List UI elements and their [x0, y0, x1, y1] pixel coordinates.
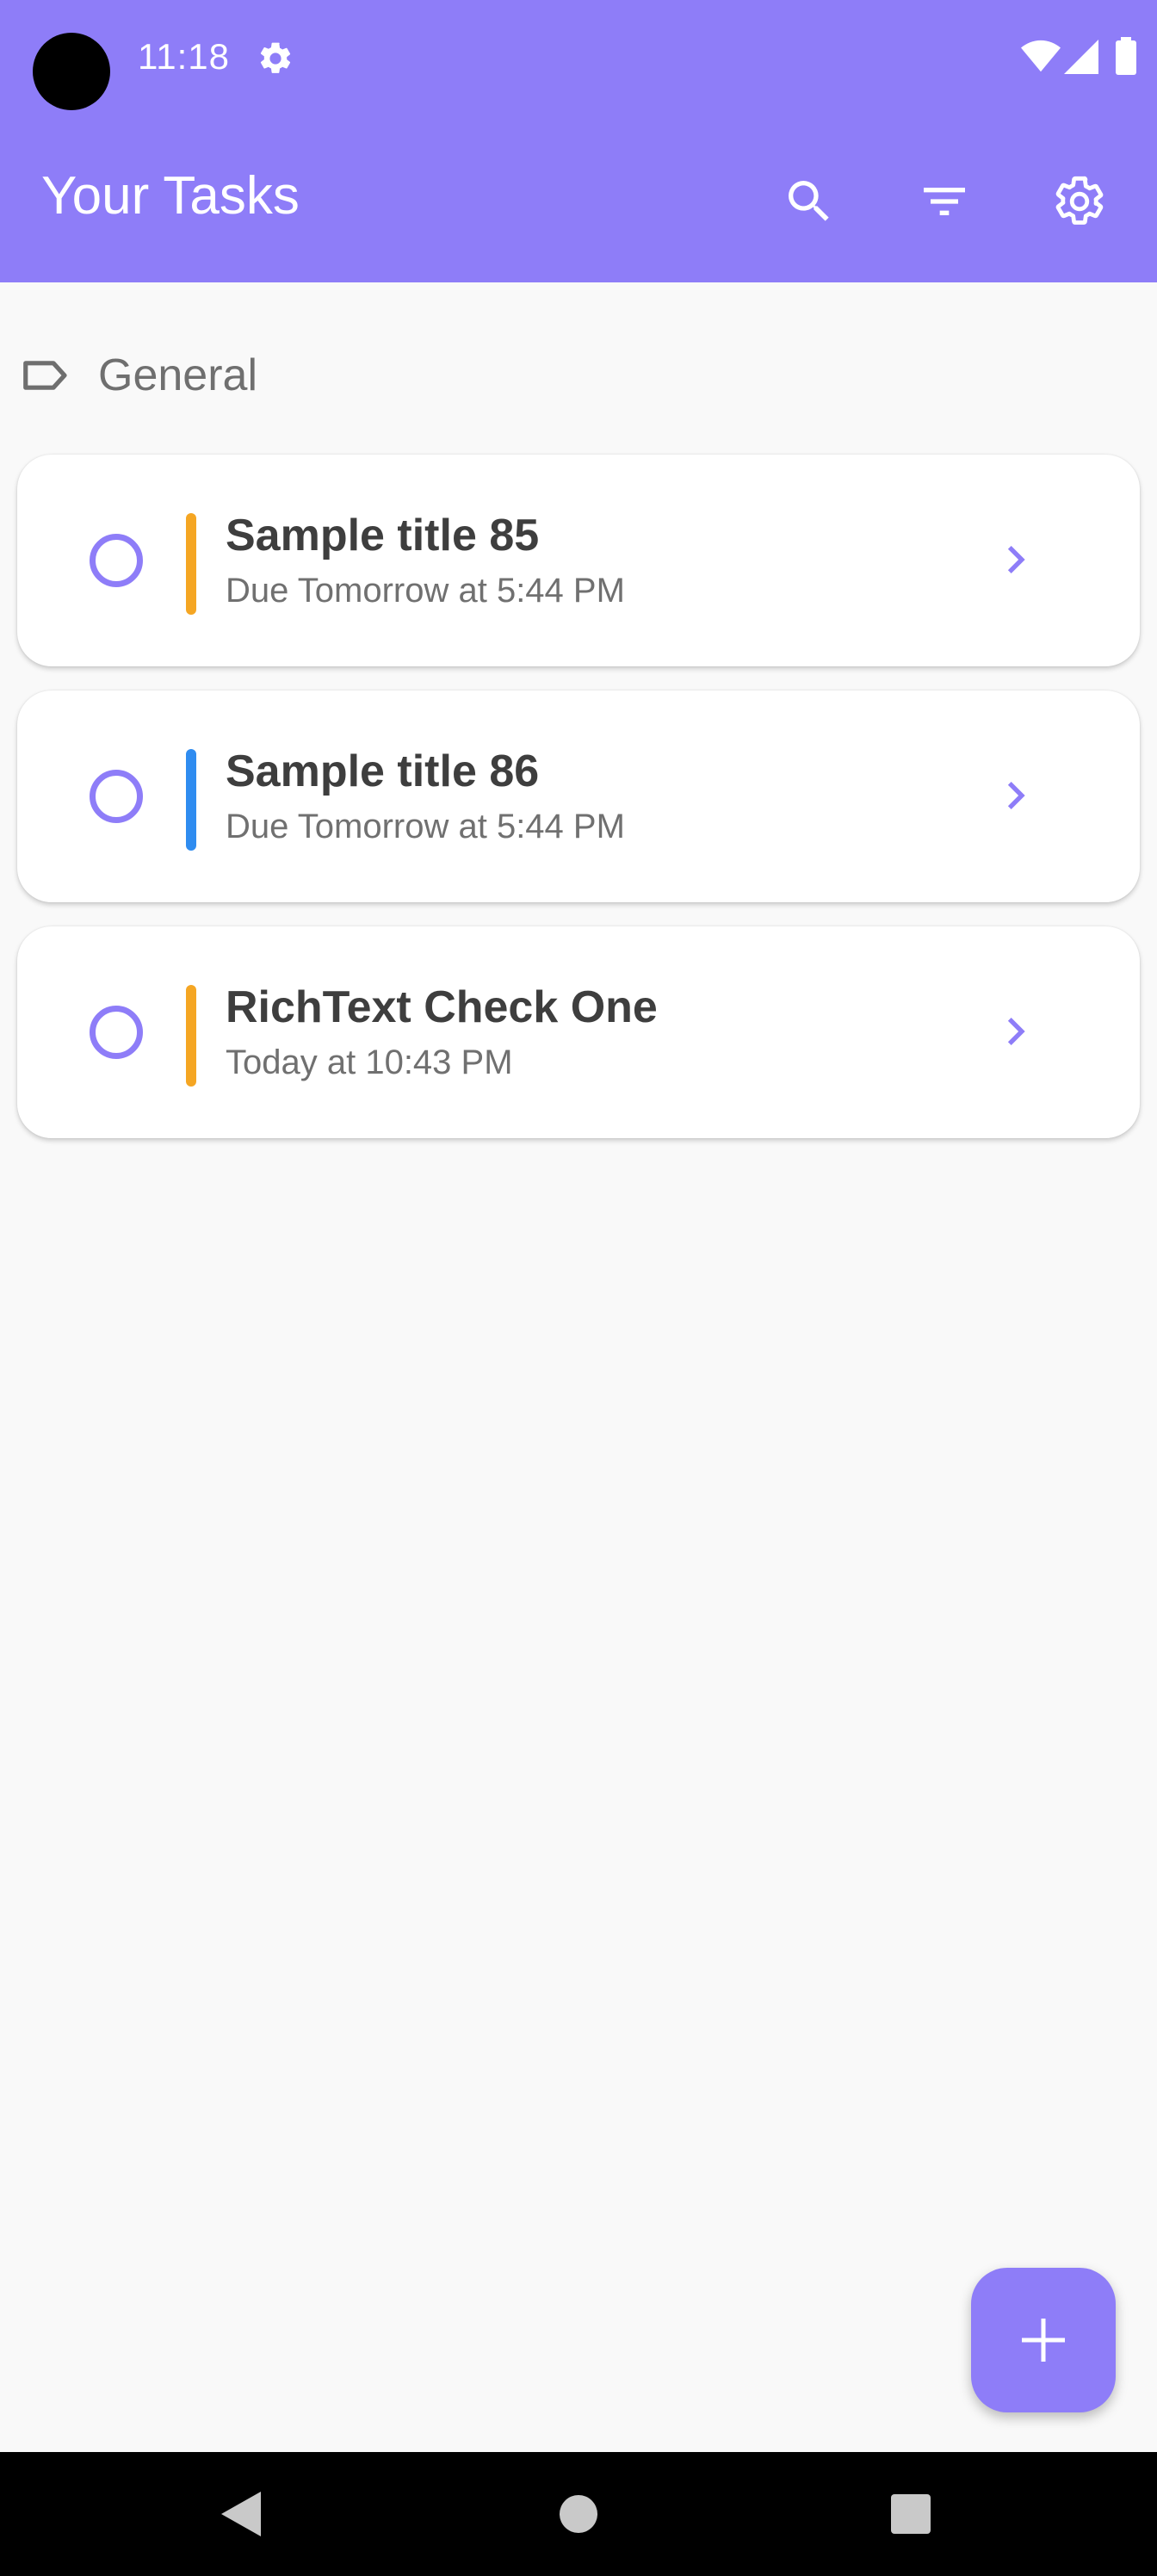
back-icon	[221, 2492, 261, 2536]
search-icon	[789, 181, 829, 221]
settings-button[interactable]	[1031, 153, 1128, 250]
task-title: RichText Check One	[226, 982, 658, 1032]
settings-icon	[1055, 176, 1104, 225]
battery-icon	[1116, 37, 1136, 75]
add-icon	[1022, 2319, 1065, 2362]
task-complete-checkbox[interactable]	[90, 534, 143, 587]
task-title: Sample title 86	[226, 746, 540, 796]
chevron-right-icon[interactable]	[988, 768, 1043, 823]
search-button[interactable]	[761, 153, 857, 250]
priority-indicator	[186, 749, 196, 851]
status-bar: 11:18	[0, 0, 1157, 121]
filter-button[interactable]	[896, 153, 993, 250]
task-due-date: Due Tomorrow at 5:44 PM	[226, 808, 625, 845]
back-button[interactable]	[207, 2480, 275, 2548]
chevron-right-icon[interactable]	[988, 1004, 1043, 1059]
task-due-date: Today at 10:43 PM	[226, 1043, 513, 1081]
label-tag-icon	[23, 361, 67, 390]
task-card[interactable]: RichText Check One Today at 10:43 PM	[17, 926, 1140, 1138]
task-due-date: Due Tomorrow at 5:44 PM	[226, 572, 625, 610]
wifi-icon	[1021, 40, 1061, 72]
recents-icon	[891, 2494, 931, 2534]
chevron-right-icon[interactable]	[988, 532, 1043, 587]
home-button[interactable]	[544, 2480, 613, 2548]
recents-button[interactable]	[876, 2480, 945, 2548]
settings-icon	[260, 42, 291, 73]
camera-cutout	[33, 33, 110, 110]
filter-icon	[924, 188, 965, 215]
home-icon	[560, 2495, 597, 2533]
task-title: Sample title 85	[226, 511, 540, 560]
task-complete-checkbox[interactable]	[90, 770, 143, 823]
app-bar: Your Tasks	[0, 121, 1157, 282]
section-label: General	[98, 350, 257, 400]
cellular-signal-icon	[1064, 40, 1098, 74]
status-time: 11:18	[138, 36, 230, 77]
system-nav-bar	[0, 2452, 1157, 2576]
add-task-button[interactable]	[971, 2268, 1116, 2412]
priority-indicator	[186, 513, 196, 615]
task-complete-checkbox[interactable]	[90, 1006, 143, 1059]
page-title: Your Tasks	[41, 166, 300, 226]
task-card[interactable]: Sample title 85 Due Tomorrow at 5:44 PM	[17, 455, 1140, 666]
section-header: General	[19, 341, 257, 410]
priority-indicator	[186, 985, 196, 1087]
task-card[interactable]: Sample title 86 Due Tomorrow at 5:44 PM	[17, 690, 1140, 902]
